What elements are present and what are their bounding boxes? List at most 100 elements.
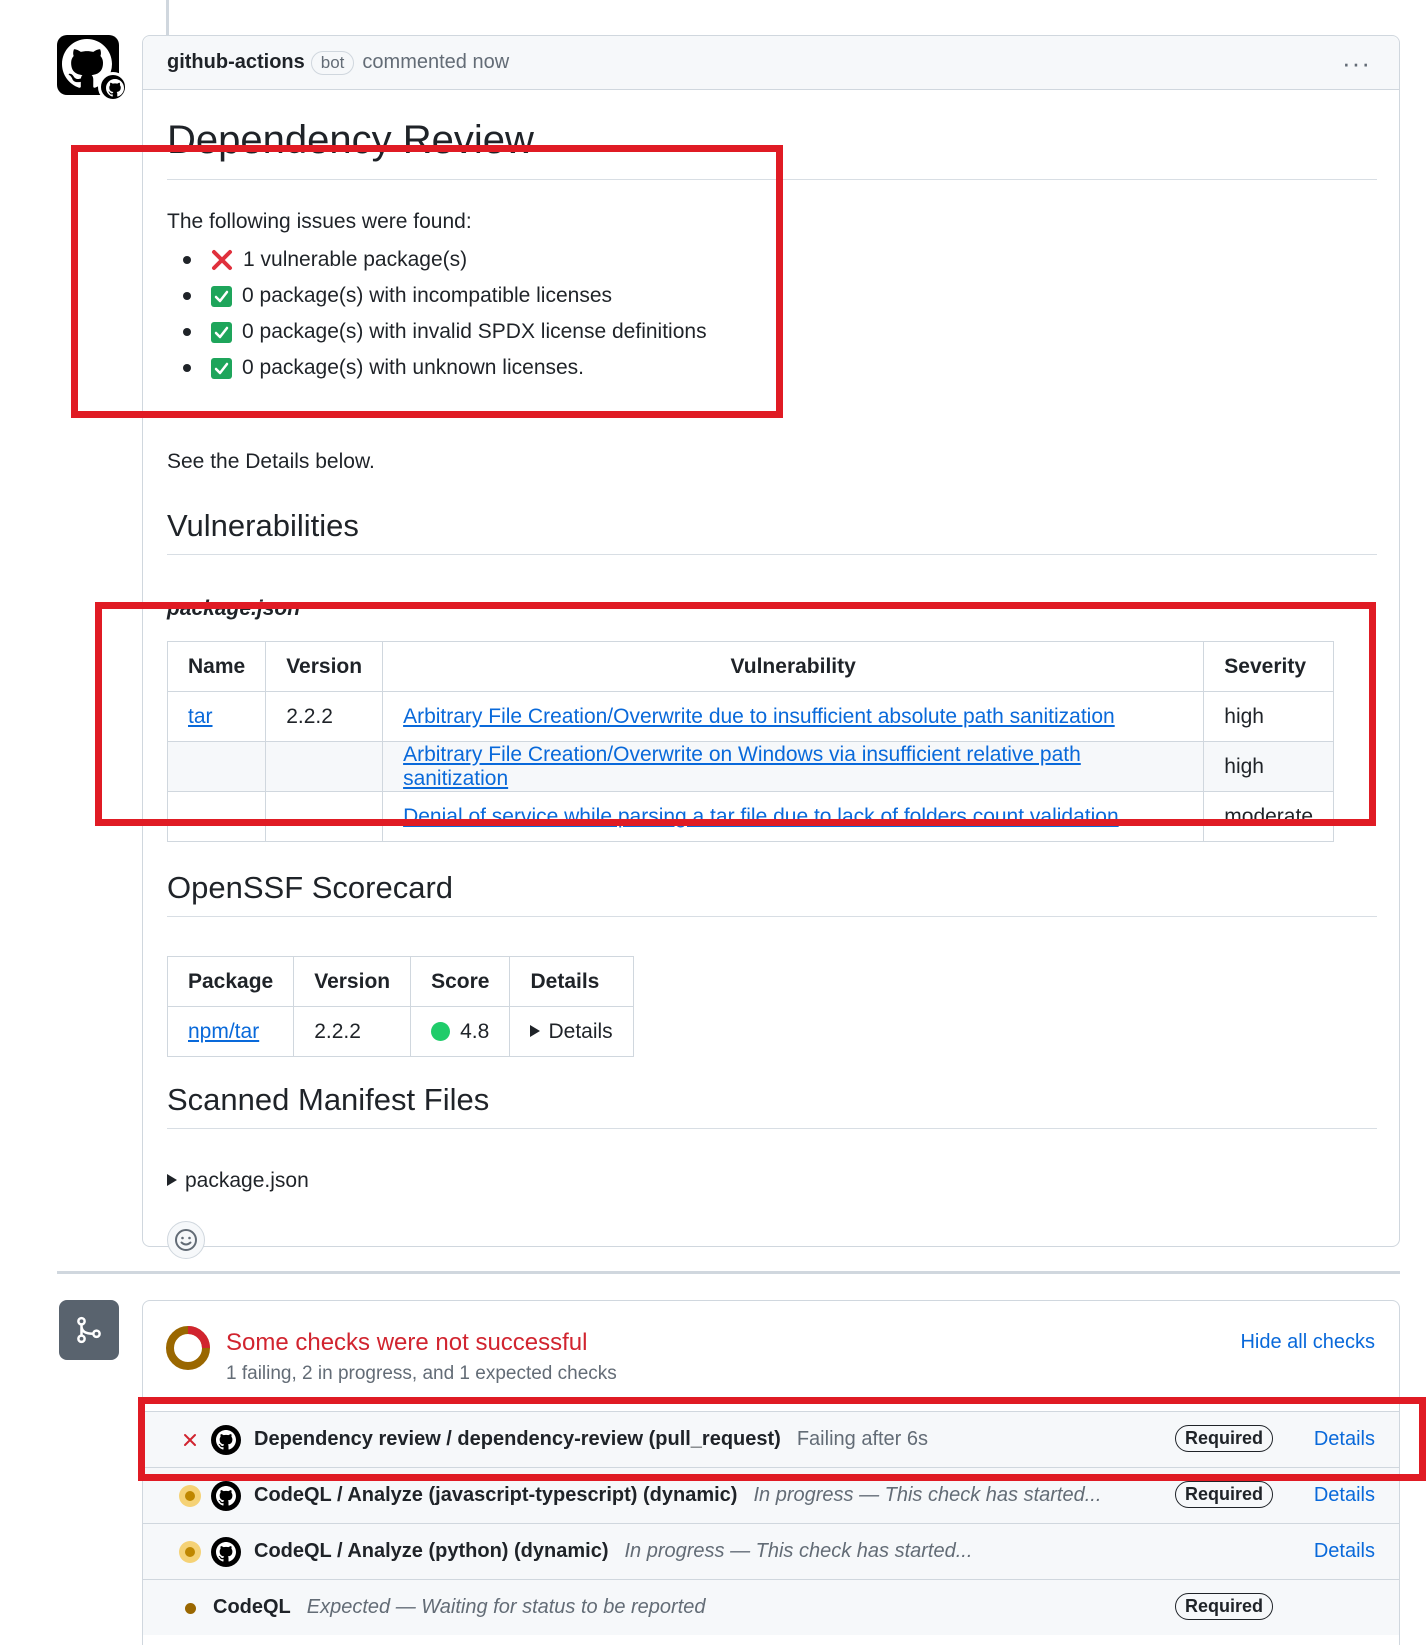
check-name-text: CodeQL [213, 1596, 291, 1618]
git-merge-icon [59, 1300, 119, 1360]
vulnerability-cell: Denial of service while parsing a tar fi… [382, 791, 1205, 842]
check-row: Dependency review / dependency-review (p… [143, 1411, 1399, 1467]
severity-cell: high [1203, 741, 1334, 792]
list-item: 0 package(s) with invalid SPDX license d… [183, 314, 707, 350]
vulnerabilities-table: Name Version Vulnerability Severity tar … [166, 641, 1334, 842]
check-name-text: Dependency review / dependency-review (p… [254, 1428, 781, 1450]
check-description: In progress — This check has started... [753, 1484, 1102, 1506]
github-app-icon [211, 1537, 241, 1567]
details-summary[interactable]: Details [548, 1020, 612, 1043]
checks-subtitle: 1 failing, 2 in progress, and 1 expected… [226, 1363, 617, 1384]
column-header: Version [265, 641, 384, 692]
check-row: CodeQL Expected — Waiting for status to b… [143, 1579, 1399, 1635]
in-progress-icon [179, 1541, 201, 1563]
check-description: Expected — Waiting for status to be repo… [306, 1596, 706, 1618]
vulnerability-cell: Arbitrary File Creation/Overwrite on Win… [382, 741, 1205, 792]
check-mark-icon [211, 357, 232, 379]
timeline-line [166, 0, 169, 35]
package-cell [166, 791, 267, 842]
list-item: 0 package(s) with unknown licenses. [183, 350, 707, 386]
check-name-text: CodeQL / Analyze (javascript-typescript)… [254, 1484, 738, 1506]
package-cell: npm/tar [166, 1006, 295, 1057]
github-app-icon [211, 1425, 241, 1455]
column-header: Severity [1203, 641, 1334, 692]
add-reaction-button[interactable] [167, 1221, 205, 1259]
column-header: Details [509, 956, 634, 1007]
bot-badge-icon [98, 72, 128, 102]
required-badge: Required [1175, 1481, 1274, 1508]
expected-dot-icon [179, 1597, 201, 1619]
table-header-row: Package Version Score Details [166, 956, 634, 1007]
see-details-text: See the Details below. [167, 450, 375, 473]
comment-menu-button[interactable]: ··· [1342, 48, 1371, 79]
issue-text: 0 package(s) with invalid SPDX license d… [242, 320, 707, 343]
column-header: Name [166, 641, 267, 692]
issue-text: 1 vulnerable package(s) [243, 248, 468, 271]
check-mark-icon [211, 321, 232, 343]
scanned-file-toggle[interactable]: package.json [167, 1169, 309, 1193]
disclosure-triangle-icon [530, 1024, 541, 1037]
required-badge: Required [1175, 1425, 1274, 1452]
bullet [183, 256, 191, 264]
package-link[interactable]: tar [188, 705, 213, 728]
version-cell: 2.2.2 [265, 691, 384, 742]
details-cell[interactable]: Details [509, 1006, 634, 1057]
column-header: Package [166, 956, 295, 1007]
table-row: Arbitrary File Creation/Overwrite on Win… [166, 741, 1334, 792]
check-row: CodeQL / Analyze (javascript-typescript)… [143, 1467, 1399, 1523]
scanned-file-name[interactable]: package.json [185, 1169, 309, 1192]
package-link[interactable]: npm/tar [188, 1020, 259, 1043]
vulnerability-link[interactable]: Arbitrary File Creation/Overwrite due to… [403, 705, 1115, 728]
severity-cell: high [1203, 691, 1334, 742]
check-row: CodeQL / Analyze (python) (dynamic) In pr… [143, 1523, 1399, 1579]
score-value: 4.8 [460, 1019, 490, 1043]
github-actions-avatar[interactable] [57, 35, 128, 102]
table-row: Denial of service while parsing a tar fi… [166, 791, 1334, 842]
failing-x-icon [179, 1429, 201, 1451]
table-row: npm/tar 2.2.2 4.8 Details [166, 1006, 634, 1057]
hide-all-checks-link[interactable]: Hide all checks [1240, 1331, 1375, 1354]
scorecard-table: Package Version Score Details npm/tar 2.… [166, 956, 634, 1057]
version-cell [265, 791, 384, 842]
comment-timestamp[interactable]: commented now [362, 51, 509, 74]
check-details-link[interactable]: Details [1314, 1484, 1375, 1507]
column-header: Version [293, 956, 412, 1007]
bullet [183, 364, 191, 372]
scorecard-heading: OpenSSF Scorecard [167, 870, 1377, 917]
bullet [183, 328, 191, 336]
checks-title: Some checks were not successful [226, 1329, 588, 1356]
disclosure-triangle-icon [167, 1174, 177, 1186]
comment-box: github-actions bot commented now ··· Dep… [142, 35, 1400, 1259]
check-details-link[interactable]: Details [1314, 1428, 1375, 1451]
column-header: Vulnerability [382, 641, 1205, 692]
timeline-separator [57, 1271, 1400, 1274]
version-cell [265, 741, 384, 792]
score-cell: 4.8 [410, 1006, 511, 1057]
checks-summary: Some checks were not successful 1 failin… [143, 1301, 1399, 1411]
check-mark-icon [211, 285, 232, 307]
issues-intro: The following issues were found: [167, 210, 472, 233]
severity-cell: moderate [1203, 791, 1334, 842]
smiley-icon [175, 1229, 197, 1251]
cross-mark-icon [211, 249, 233, 271]
vulnerability-link[interactable]: Denial of service while parsing a tar fi… [403, 805, 1119, 828]
bullet [183, 292, 191, 300]
check-description: In progress — This check has started... [624, 1540, 973, 1562]
vulnerability-link[interactable]: Arbitrary File Creation/Overwrite on Win… [403, 743, 1081, 790]
check-name: Dependency review / dependency-review (p… [254, 1428, 928, 1451]
check-name-text: CodeQL / Analyze (python) (dynamic) [254, 1540, 609, 1562]
vulnerabilities-heading: Vulnerabilities [167, 508, 1377, 555]
table-row: tar 2.2.2 Arbitrary File Creation/Overwr… [166, 691, 1334, 742]
list-item: 0 package(s) with incompatible licenses [183, 278, 707, 314]
issue-text: 0 package(s) with incompatible licenses [242, 284, 613, 307]
check-details-link[interactable]: Details [1314, 1540, 1375, 1563]
package-cell [166, 741, 267, 792]
check-description: Failing after 6s [796, 1428, 929, 1450]
checks-panel: Some checks were not successful 1 failin… [142, 1300, 1400, 1645]
comment-header: github-actions bot commented now ··· [143, 36, 1399, 90]
comment-author[interactable]: github-actions [167, 51, 305, 74]
package-cell: tar [166, 691, 267, 742]
review-title: Dependency Review [167, 118, 1377, 180]
column-header: Score [410, 956, 511, 1007]
check-name: CodeQL Expected — Waiting for status to b… [213, 1596, 706, 1619]
